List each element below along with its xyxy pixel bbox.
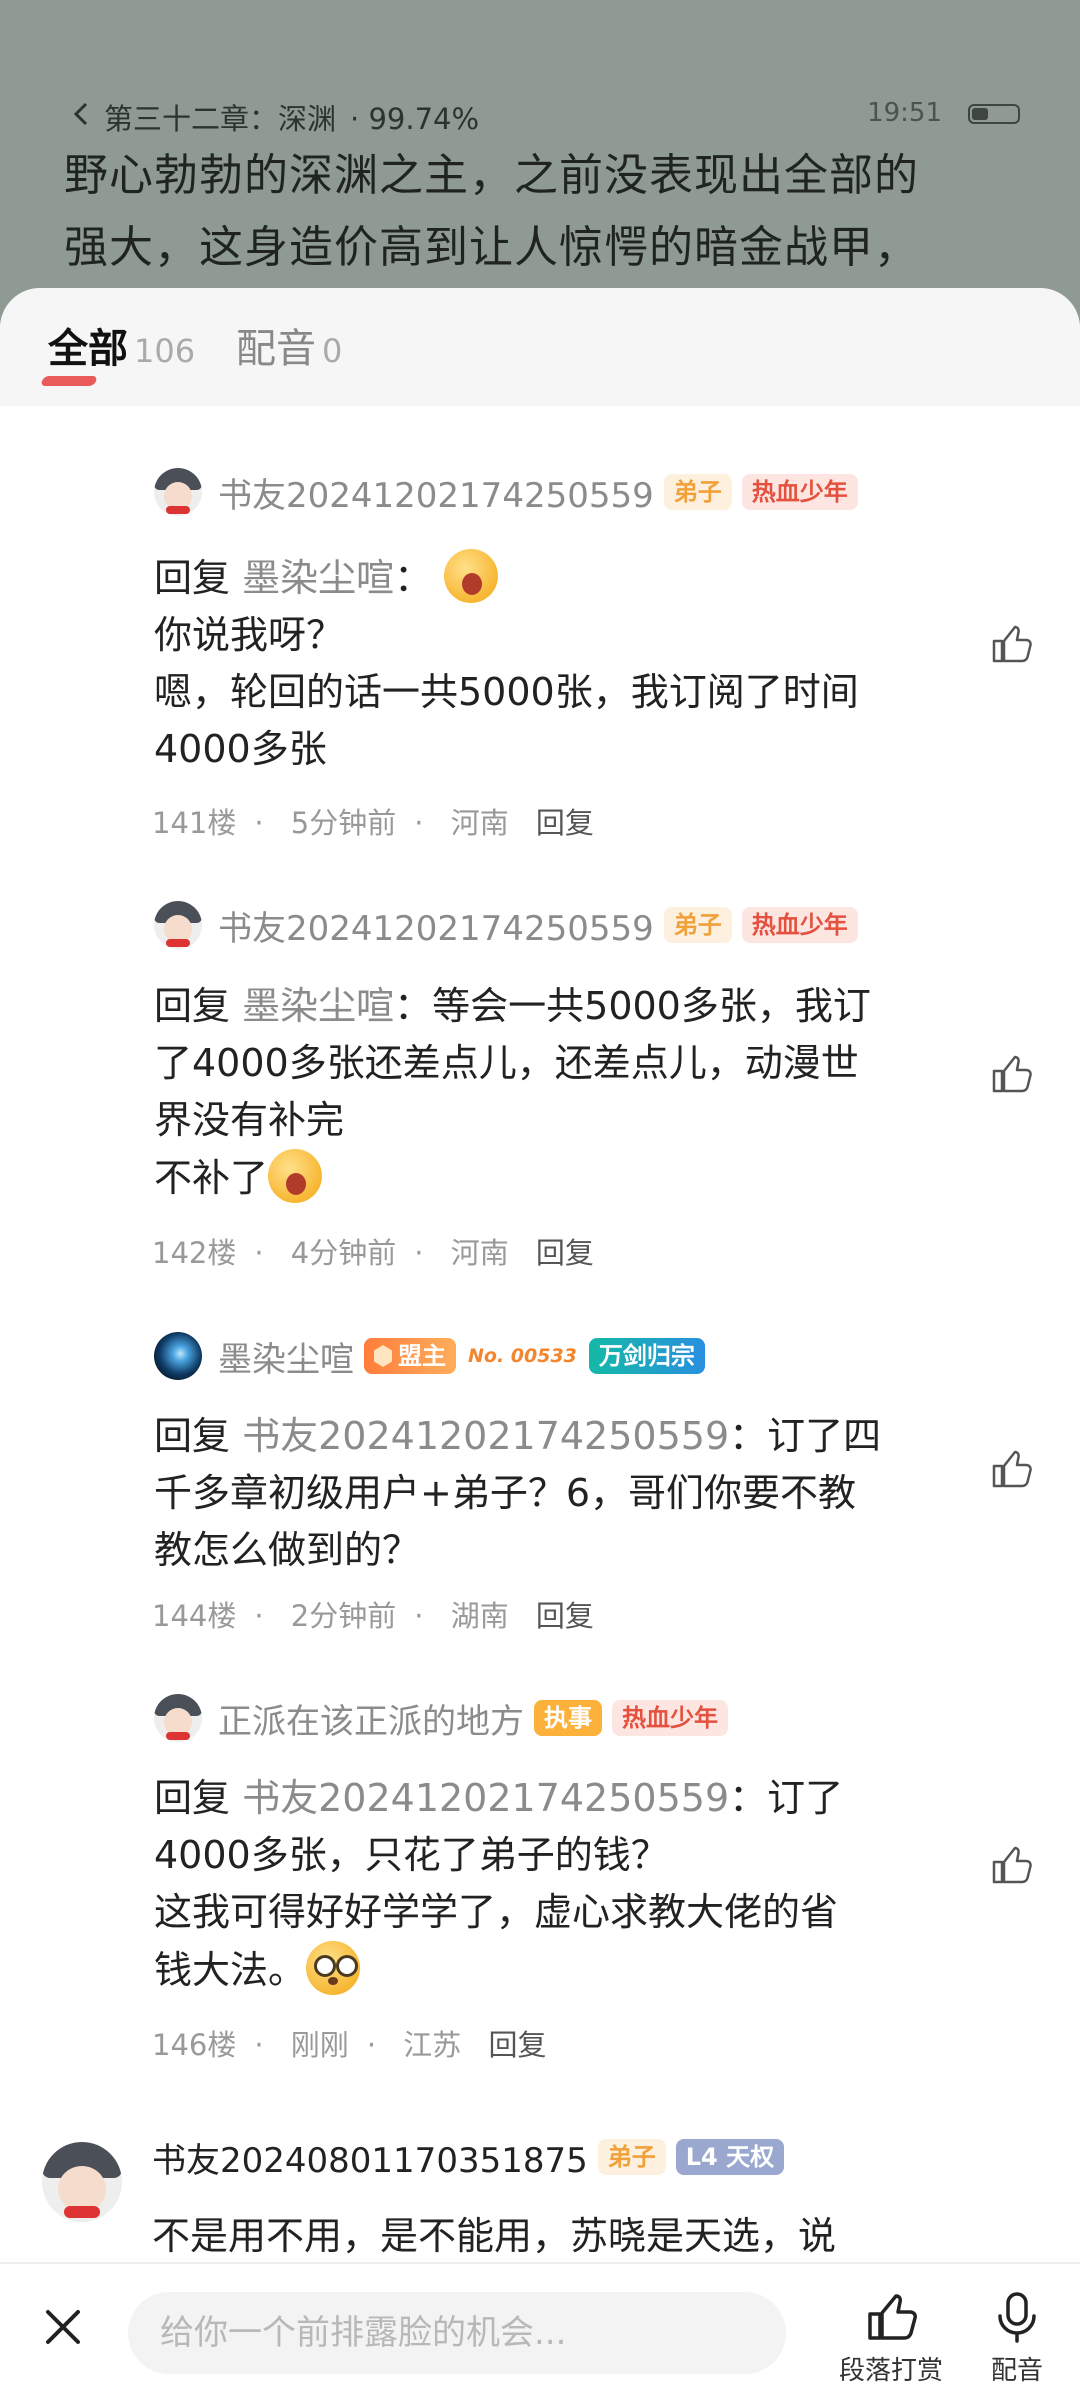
- badge-level: L4 天权: [675, 2139, 785, 2175]
- comment-time: 2分钟前: [290, 1599, 397, 1633]
- microphone-icon: [998, 2292, 1036, 2343]
- username[interactable]: 正派在该正派的地方: [218, 1694, 524, 1743]
- comment-header: 墨染尘喧 盟主 No. 00533 万剑归宗: [154, 1331, 705, 1381]
- comment-meta: 144楼 · 2分钟前 · 湖南 回复: [152, 1599, 594, 1633]
- badge-disciple: 弟子: [597, 2139, 666, 2175]
- comment-header: 书友20241202174250559 弟子 热血少年: [154, 900, 858, 950]
- comment-body: 不是用不用，是不能用，苏晓是天选，说: [152, 2214, 837, 2258]
- avatar[interactable]: [42, 2142, 122, 2222]
- yawn-emoji-icon: [268, 1149, 323, 1203]
- yawn-emoji-icon: [444, 549, 499, 603]
- dub-button[interactable]: 配音: [962, 2288, 1072, 2387]
- floor-number: 146楼: [152, 2028, 237, 2062]
- reply-button[interactable]: 回复: [536, 1599, 594, 1633]
- comment-meta: 141楼 · 5分钟前 · 河南 回复: [152, 806, 594, 840]
- battery-icon: [968, 104, 1020, 124]
- avatar[interactable]: [154, 468, 202, 516]
- thumbs-up-icon[interactable]: [988, 1842, 1034, 1888]
- comment-region: 江苏: [403, 2028, 462, 2062]
- reply-target[interactable]: 书友20241202174250559: [242, 1414, 729, 1458]
- tab-active-indicator: [40, 376, 98, 386]
- thumbs-up-tip-icon: [868, 2294, 917, 2340]
- comment-body: 回复 墨染尘喧： 你说我呀？ 嗯，轮回的话一共5000张，我订阅了时间 4000…: [154, 549, 944, 778]
- tab-dub[interactable]: 配音 0: [236, 316, 342, 376]
- badge-alliance-lord: 盟主: [364, 1338, 456, 1374]
- avatar[interactable]: [154, 1694, 202, 1742]
- comment-header: 书友20241202174250559 弟子 热血少年: [154, 467, 858, 517]
- chapter-title: 第三十二章：深渊 · 99.74%: [104, 102, 480, 136]
- avatar[interactable]: [154, 901, 202, 949]
- comment-input-bar: 给你一个前排露脸的机会... 段落打赏 配音: [0, 2262, 1080, 2400]
- reply-button[interactable]: 回复: [488, 2028, 546, 2062]
- chevron-left-icon[interactable]: [66, 98, 98, 130]
- shocked-emoji-icon: [306, 1941, 361, 1995]
- badge-steward: 执事: [534, 1700, 602, 1736]
- username[interactable]: 书友20241202174250559: [218, 468, 654, 517]
- comment-body: 回复 书友20241202174250559：订了四 千多章初级用户+弟子？6，…: [154, 1414, 882, 1572]
- badge-hot-youth: 热血少年: [741, 907, 858, 943]
- comment-tabs: 全部 106 配音 0: [0, 288, 1080, 406]
- comment-sheet: 全部 106 配音 0 书友20241202174250559 弟子 热血少年 …: [0, 288, 1080, 2400]
- gem-icon: [374, 1345, 392, 1367]
- floor-number: 144楼: [152, 1599, 237, 1633]
- username[interactable]: 墨染尘喧: [218, 1332, 354, 1381]
- reader-status-bar: 第三十二章：深渊 · 99.74% 19:51: [66, 96, 1020, 136]
- floor-number: 142楼: [152, 1236, 237, 1270]
- avatar[interactable]: [154, 1332, 202, 1380]
- badge-sect: 万剑归宗: [588, 1338, 705, 1374]
- comment-time: 5分钟前: [290, 806, 397, 840]
- reply-target[interactable]: 墨染尘喧: [242, 984, 394, 1028]
- comment-meta: 142楼 · 4分钟前 · 河南 回复: [152, 1236, 594, 1270]
- floor-number: 141楼: [152, 806, 237, 840]
- badge-hot-youth: 热血少年: [612, 1700, 728, 1736]
- badge-rank-number: No. 00533: [468, 1345, 577, 1367]
- comment-region: 湖南: [450, 1599, 509, 1633]
- username[interactable]: 书友20241202174250559: [218, 901, 654, 950]
- badge-disciple: 弟子: [663, 907, 732, 943]
- tab-all[interactable]: 全部 106: [40, 316, 195, 386]
- comment-input[interactable]: 给你一个前排露脸的机会...: [128, 2292, 786, 2374]
- reply-target[interactable]: 书友20241202174250559: [242, 1776, 729, 1820]
- comment-body: 回复 墨染尘喧：等会一共5000多张，我订 了4000多张还差点儿，还差点儿，动…: [154, 978, 944, 1207]
- comment-header: 书友20240801170351875 弟子 L4 天权: [152, 2132, 785, 2182]
- badge-hot-youth: 热血少年: [741, 474, 858, 510]
- close-icon[interactable]: [42, 2306, 84, 2348]
- thumbs-up-icon[interactable]: [988, 621, 1034, 667]
- paragraph-tip-button[interactable]: 段落打赏: [836, 2288, 946, 2387]
- comment-time: 刚刚: [290, 2028, 349, 2062]
- comment-region: 河南: [450, 1236, 509, 1270]
- username[interactable]: 书友20240801170351875: [152, 2133, 588, 2182]
- badge-disciple: 弟子: [663, 474, 732, 510]
- comment-body: 回复 书友20241202174250559：订了 4000多张，只花了弟子的钱…: [154, 1770, 944, 1999]
- reply-button[interactable]: 回复: [536, 806, 594, 840]
- thumbs-up-icon[interactable]: [988, 1051, 1034, 1097]
- comment-header: 正派在该正派的地方 执事 热血少年: [154, 1693, 728, 1743]
- clock: 19:51: [867, 98, 942, 128]
- reading-progress: · 99.74%: [350, 102, 480, 136]
- chapter-text: 野心勃勃的深渊之主，之前没表现出全部的 强大，这身造价高到让人惊愕的暗金战甲，: [64, 150, 919, 273]
- thumbs-up-icon[interactable]: [988, 1446, 1034, 1492]
- comment-time: 4分钟前: [290, 1236, 397, 1270]
- reply-target[interactable]: 墨染尘喧: [242, 556, 394, 600]
- comment-region: 河南: [450, 806, 509, 840]
- reply-button[interactable]: 回复: [536, 1236, 594, 1270]
- comment-meta: 146楼 · 刚刚 · 江苏 回复: [152, 2028, 547, 2062]
